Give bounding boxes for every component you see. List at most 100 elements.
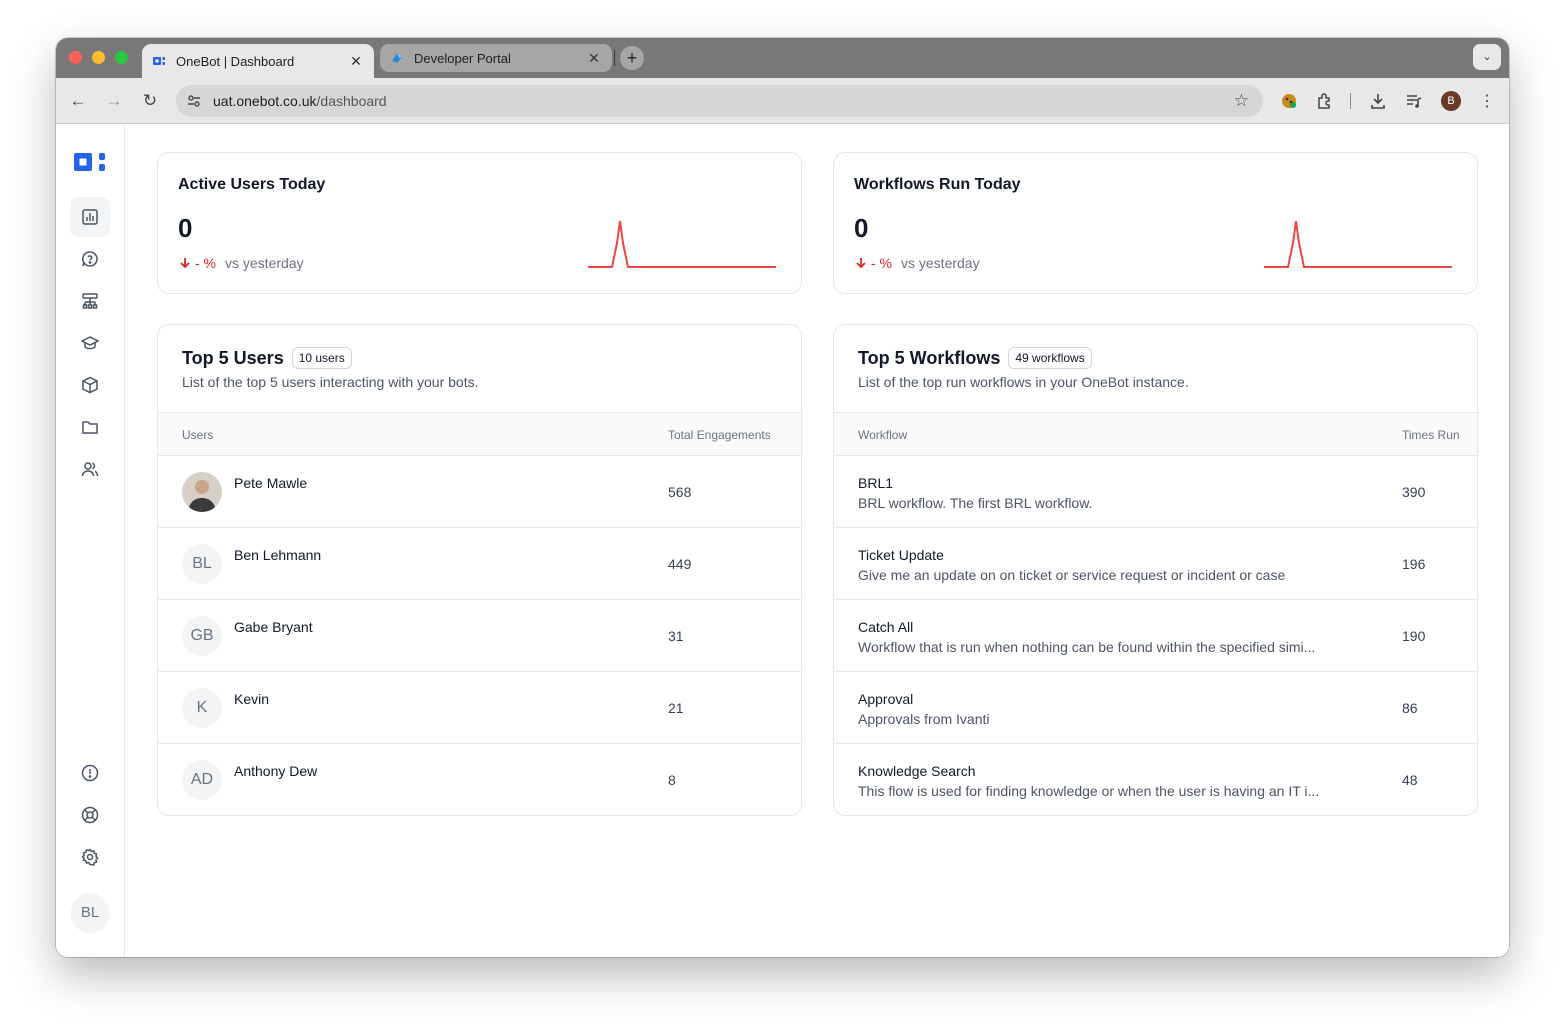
workflow-description: Give me an update on on ticket or servic… [858,567,1286,583]
card-subtitle: List of the top 5 users interacting with… [182,374,479,390]
browser-menu-icon[interactable]: ⋮ [1476,90,1498,112]
tab-close-icon[interactable]: ✕ [586,50,602,67]
new-tab-button[interactable]: + [620,46,644,70]
workflow-description: BRL workflow. The first BRL workflow. [858,495,1093,511]
url-host: uat.onebot.co.uk [213,93,317,109]
column-header-engagements[interactable]: Total Engagements [668,428,771,442]
tab-divider [614,50,615,66]
url-text[interactable]: uat.onebot.co.uk/dashboard [213,93,387,109]
workflows-sparkline [1264,220,1452,268]
bookmark-star-icon[interactable]: ☆ [1234,91,1249,111]
times-run-count: 86 [1402,700,1418,716]
arrow-down-icon [856,258,866,269]
workflow-name: Knowledge Search [858,763,976,779]
times-run-count: 196 [1402,556,1426,572]
workflow-icon[interactable] [70,281,110,321]
extension-cookie-icon[interactable] [1278,90,1300,112]
table-row[interactable]: Ticket Update Give me an update on on ti… [834,528,1477,600]
table-row[interactable]: BL Ben Lehmann 449 [158,528,801,600]
column-header-times-run[interactable]: Times Run [1402,428,1460,442]
user-avatar[interactable]: BL [70,893,110,933]
change-percent: - % [195,255,216,271]
tab-title: OneBot | Dashboard [176,53,295,69]
profile-initial: B [1441,91,1461,111]
workflow-description: This flow is used for finding knowledge … [858,783,1320,799]
compare-label: vs yesterday [225,255,304,271]
chat-question-icon[interactable] [70,239,110,279]
table-header: Workflow Times Run [834,412,1477,456]
table-row[interactable]: GB Gabe Bryant 31 [158,600,801,672]
reload-icon[interactable]: ↻ [138,89,162,113]
engagement-count: 31 [668,628,684,644]
times-run-count: 390 [1402,484,1426,500]
card-title: Top 5 Workflows 49 workflows [858,347,1092,369]
media-queue-icon[interactable] [1403,90,1425,112]
top-workflows-card: Top 5 Workflows 49 workflows List of the… [833,324,1478,816]
user-photo-avatar [182,472,222,512]
change-indicator: - % [178,255,216,271]
table-row[interactable]: Catch All Workflow that is run when noth… [834,600,1477,672]
onebot-favicon-icon [152,54,166,68]
tab-search-button[interactable]: ⌄ [1473,44,1501,70]
site-settings-icon[interactable] [186,93,202,109]
stat-change: - % vs yesterday [854,255,980,271]
back-arrow-icon[interactable]: ← [66,89,90,113]
card-subtitle: List of the top run workflows in your On… [858,374,1189,390]
alert-icon[interactable] [70,753,110,793]
close-window-button[interactable] [69,51,82,64]
download-icon[interactable] [1367,90,1389,112]
column-header-workflow[interactable]: Workflow [858,428,907,442]
package-icon[interactable] [70,365,110,405]
settings-icon[interactable] [70,837,110,877]
developer-portal-favicon-icon [390,51,404,65]
table-row[interactable]: BRL1 BRL workflow. The first BRL workflo… [834,456,1477,528]
engagement-count: 449 [668,556,692,572]
users-icon[interactable] [70,449,110,489]
tab-close-icon[interactable]: ✕ [348,53,364,70]
tab-title: Developer Portal [414,50,511,66]
workflow-description: Workflow that is run when nothing can be… [858,639,1316,655]
table-row[interactable]: K Kevin 21 [158,672,801,744]
support-icon[interactable] [70,795,110,835]
table-row[interactable]: Knowledge Search This flow is used for f… [834,744,1477,815]
onebot-logo[interactable] [74,152,108,177]
workflow-name: Catch All [858,619,914,635]
minimize-window-button[interactable] [92,51,105,64]
users-count-badge: 10 users [291,347,352,369]
table-row[interactable]: Approval Approvals from Ivanti 86 [834,672,1477,744]
engagement-count: 568 [668,484,692,500]
card-title: Top 5 Users 10 users [182,347,352,369]
times-run-count: 48 [1402,772,1418,788]
tab-strip: OneBot | Dashboard ✕ Developer Portal ✕ … [56,38,1509,78]
tab-onebot-dashboard[interactable]: OneBot | Dashboard ✕ [142,44,374,78]
training-icon[interactable] [70,323,110,363]
workflow-description: Approvals from Ivanti [858,711,990,727]
times-run-count: 190 [1402,628,1426,644]
user-name: Anthony Dew [234,763,318,779]
user-name: Gabe Bryant [234,619,313,635]
table-row[interactable]: Pete Mawle 568 [158,456,801,528]
forward-arrow-icon[interactable]: → [102,89,126,113]
top-workflows-title: Top 5 Workflows [858,347,1001,368]
dashboard-icon[interactable] [70,197,110,237]
column-header-users[interactable]: Users [182,428,213,442]
workflow-name: Approval [858,691,914,707]
user-name: Ben Lehmann [234,547,322,563]
toolbar-divider [1350,93,1351,109]
tab-developer-portal[interactable]: Developer Portal ✕ [380,44,612,72]
folder-icon[interactable] [70,407,110,447]
table-row[interactable]: AD Anthony Dew 8 [158,744,801,815]
user-initials-avatar: BL [182,544,222,584]
extensions-puzzle-icon[interactable] [1314,90,1336,112]
profile-avatar[interactable]: B [1440,90,1462,112]
workflows-run-card: Workflows Run Today 0 - % vs yesterday [833,152,1478,294]
engagement-count: 8 [668,772,676,788]
change-indicator: - % [854,255,892,271]
address-bar[interactable]: uat.onebot.co.uk/dashboard ☆ [176,85,1263,117]
active-users-card: Active Users Today 0 - % vs yesterday [157,152,802,294]
workflows-count-badge: 49 workflows [1008,347,1092,369]
browser-toolbar: ← → ↻ uat.onebot.co.uk/dashboard ☆ B ⋮ [56,78,1509,124]
maximize-window-button[interactable] [115,51,128,64]
top-users-title: Top 5 Users [182,347,284,368]
stat-title: Active Users Today [178,176,326,193]
